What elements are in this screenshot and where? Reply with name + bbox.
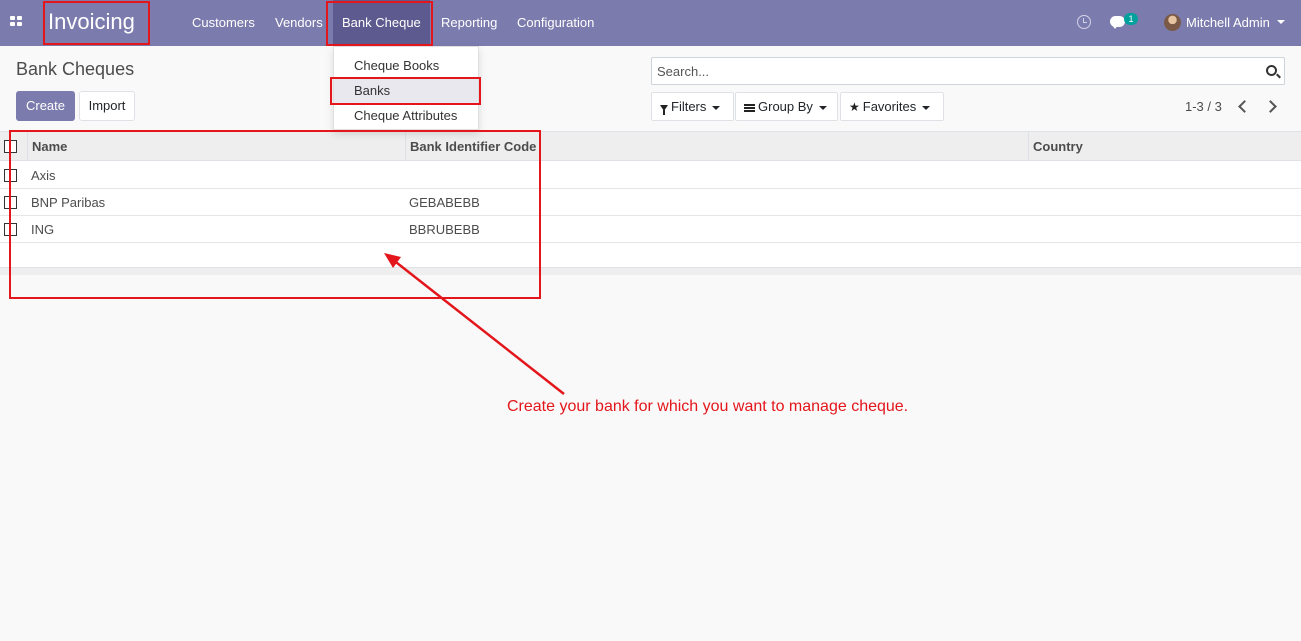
annotation-arrow — [384, 253, 565, 395]
annotation-text: Create your bank for which you want to m… — [507, 398, 909, 415]
